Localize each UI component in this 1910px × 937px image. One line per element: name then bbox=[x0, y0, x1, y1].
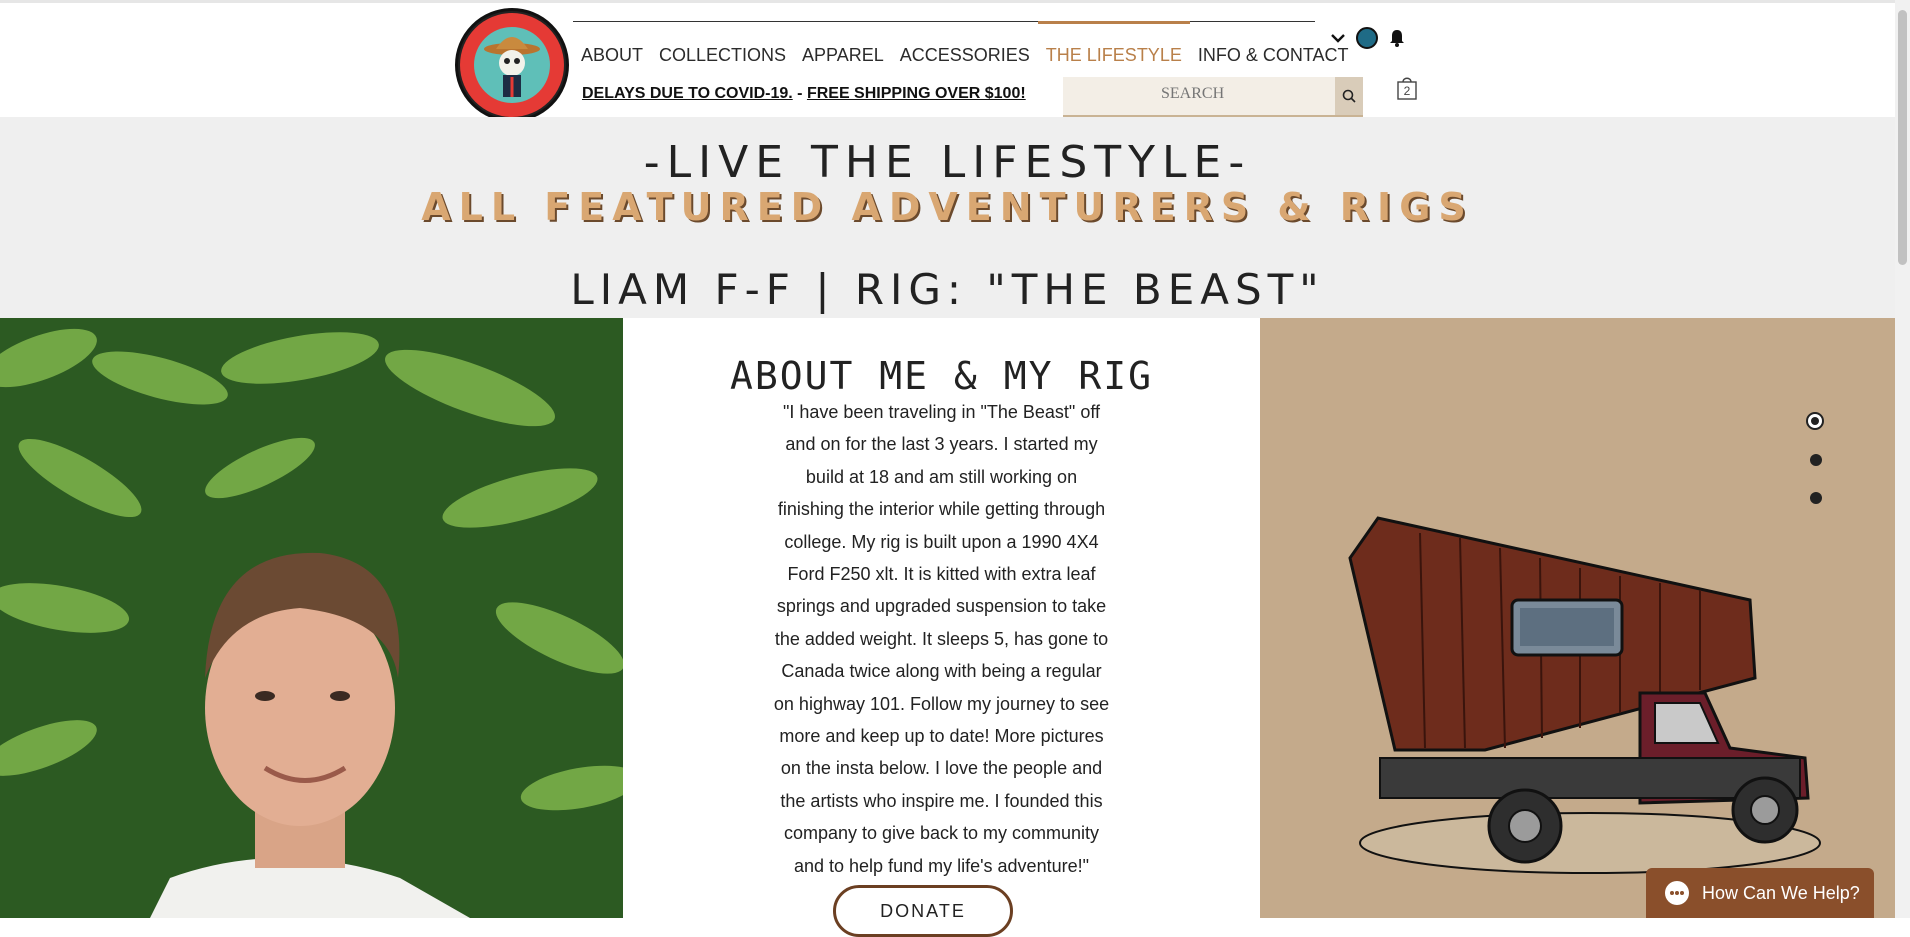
nav-divider bbox=[573, 21, 1315, 22]
covid-delays-link[interactable]: DELAYS DUE TO COVID-19. bbox=[582, 85, 793, 102]
search-icon bbox=[1342, 89, 1356, 103]
main-nav: ABOUT COLLECTIONS APPAREL ACCESSORIES TH… bbox=[573, 21, 1357, 67]
promo-separator: - bbox=[792, 85, 807, 102]
cart-button[interactable]: 2 bbox=[1396, 75, 1418, 101]
nav-collections[interactable]: COLLECTIONS bbox=[651, 43, 794, 67]
slider-dot-1[interactable] bbox=[1806, 412, 1824, 430]
slider-dot-2[interactable] bbox=[1810, 454, 1822, 466]
chat-bubble-icon bbox=[1665, 881, 1689, 905]
free-shipping-link[interactable]: FREE SHIPPING OVER $100! bbox=[807, 85, 1026, 102]
lifestyle-hero: -LIVE THE LIFESTYLE- ALL FEATURED ADVENT… bbox=[0, 117, 1895, 318]
search-bar bbox=[1063, 77, 1363, 119]
slider-dot-3[interactable] bbox=[1810, 492, 1822, 504]
about-title: ABOUT ME & MY RIG bbox=[730, 354, 1153, 398]
bell-icon[interactable] bbox=[1388, 28, 1406, 48]
rig-illustration bbox=[1260, 318, 1895, 918]
page-subtitle: ALL FEATURED ADVENTURERS & RIGS bbox=[421, 185, 1474, 229]
nav-the-lifestyle[interactable]: THE LIFESTYLE bbox=[1037, 21, 1190, 67]
header-icons bbox=[1330, 27, 1406, 49]
avatar[interactable] bbox=[1356, 27, 1378, 49]
donate-button[interactable]: DONATE bbox=[833, 885, 1013, 937]
brand-logo[interactable] bbox=[455, 8, 569, 122]
site-header: ABOUT COLLECTIONS APPAREL ACCESSORIES TH… bbox=[0, 0, 1895, 122]
chat-label: How Can We Help? bbox=[1702, 882, 1860, 903]
search-input[interactable] bbox=[1063, 77, 1313, 111]
nav-accessories[interactable]: ACCESSORIES bbox=[892, 43, 1038, 67]
page-title: -LIVE THE LIFESTYLE- bbox=[643, 137, 1252, 188]
page-scrollbar[interactable] bbox=[1895, 0, 1910, 918]
promo-banner: DELAYS DUE TO COVID-19. - FREE SHIPPING … bbox=[582, 85, 1026, 103]
scroll-thumb[interactable] bbox=[1898, 10, 1907, 265]
cart-count: 2 bbox=[1403, 84, 1411, 98]
nav-about[interactable]: ABOUT bbox=[573, 43, 651, 67]
chevron-down-icon[interactable] bbox=[1330, 32, 1346, 44]
adventurer-name: LIAM F-F | RIG: "THE BEAST" bbox=[570, 265, 1325, 314]
adventurer-photo bbox=[0, 318, 623, 918]
about-text: "I have been traveling in "The Beast" of… bbox=[773, 402, 1110, 876]
search-button[interactable] bbox=[1335, 77, 1363, 115]
nav-apparel[interactable]: APPAREL bbox=[794, 43, 892, 67]
about-section: ABOUT ME & MY RIG "I have been traveling… bbox=[623, 318, 1260, 937]
chat-widget-button[interactable]: How Can We Help? bbox=[1646, 868, 1874, 918]
